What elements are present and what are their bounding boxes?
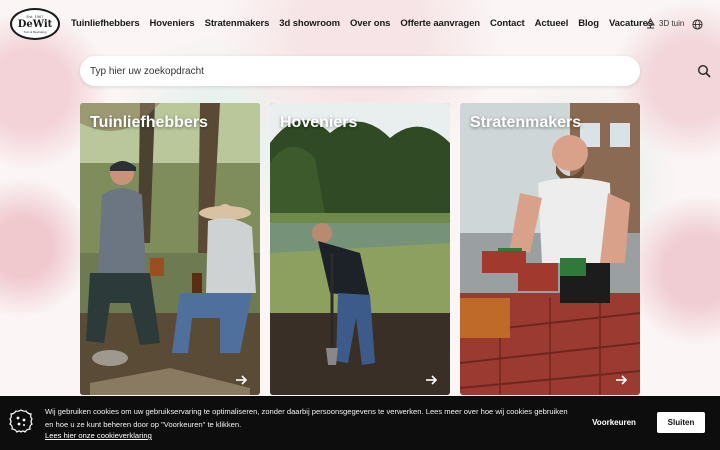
nav-item-tuinliefhebbers[interactable]: Tuinliefhebbers xyxy=(71,18,140,29)
nav-item-blog[interactable]: Blog xyxy=(578,18,599,29)
nav-item-actueel[interactable]: Actueel xyxy=(535,18,569,29)
globe-icon[interactable] xyxy=(692,19,703,30)
tuinliefhebbers-photo xyxy=(80,103,260,395)
stratenmakers-photo xyxy=(460,103,640,395)
card-tuinliefhebbers[interactable]: Tuinliefhebbers xyxy=(80,103,260,395)
main-nav: Tuinliefhebbers Hoveniers Stratenmakers … xyxy=(71,18,663,29)
dewit-logo[interactable]: Est. 1967 DeWit Tuin & Bestrating xyxy=(10,8,60,40)
nav-item-hoveniers[interactable]: Hoveniers xyxy=(150,18,195,29)
card-title: Tuinliefhebbers xyxy=(90,114,208,131)
nav-item-contact[interactable]: Contact xyxy=(490,18,525,29)
card-title: Hoveniers xyxy=(280,114,358,131)
nav-item-stratenmakers[interactable]: Stratenmakers xyxy=(205,18,270,29)
tree-3d-icon xyxy=(646,18,655,29)
hoveniers-photo xyxy=(270,103,450,395)
search-icon[interactable] xyxy=(697,64,711,78)
search-input[interactable] xyxy=(90,62,600,80)
nav-item-over-ons[interactable]: Over ons xyxy=(350,18,390,29)
nav-item-3d-showroom[interactable]: 3d showroom xyxy=(279,18,340,29)
site-header: Est. 1967 DeWit Tuin & Bestrating Tuinli… xyxy=(0,0,720,48)
card-hoveniers[interactable]: Hoveniers xyxy=(270,103,450,395)
close-cookie-button[interactable]: Sluiten xyxy=(657,412,705,433)
card-title: Stratenmakers xyxy=(470,114,582,131)
arrow-right-icon[interactable] xyxy=(424,373,438,387)
nav-item-offerte-aanvragen[interactable]: Offerte aanvragen xyxy=(400,18,480,29)
logo-tagline: Tuin & Bestrating xyxy=(23,29,47,34)
tuin-3d-link[interactable]: 3D tuin xyxy=(645,18,684,29)
cookie-policy-link[interactable]: Lees hier onze cookieverklaring xyxy=(45,431,152,440)
preferences-button[interactable]: Voorkeuren xyxy=(583,414,645,432)
search-bar xyxy=(80,56,711,86)
logo-name: DeWit xyxy=(17,18,53,30)
arrow-right-icon[interactable] xyxy=(614,373,628,387)
card-stratenmakers[interactable]: Stratenmakers xyxy=(460,103,640,395)
tuin-3d-label: 3D tuin xyxy=(659,19,685,28)
cookie-icon xyxy=(9,409,33,433)
arrow-right-icon[interactable] xyxy=(234,373,248,387)
cookie-message: Wij gebruiken cookies om uw gebruikserva… xyxy=(45,407,568,429)
